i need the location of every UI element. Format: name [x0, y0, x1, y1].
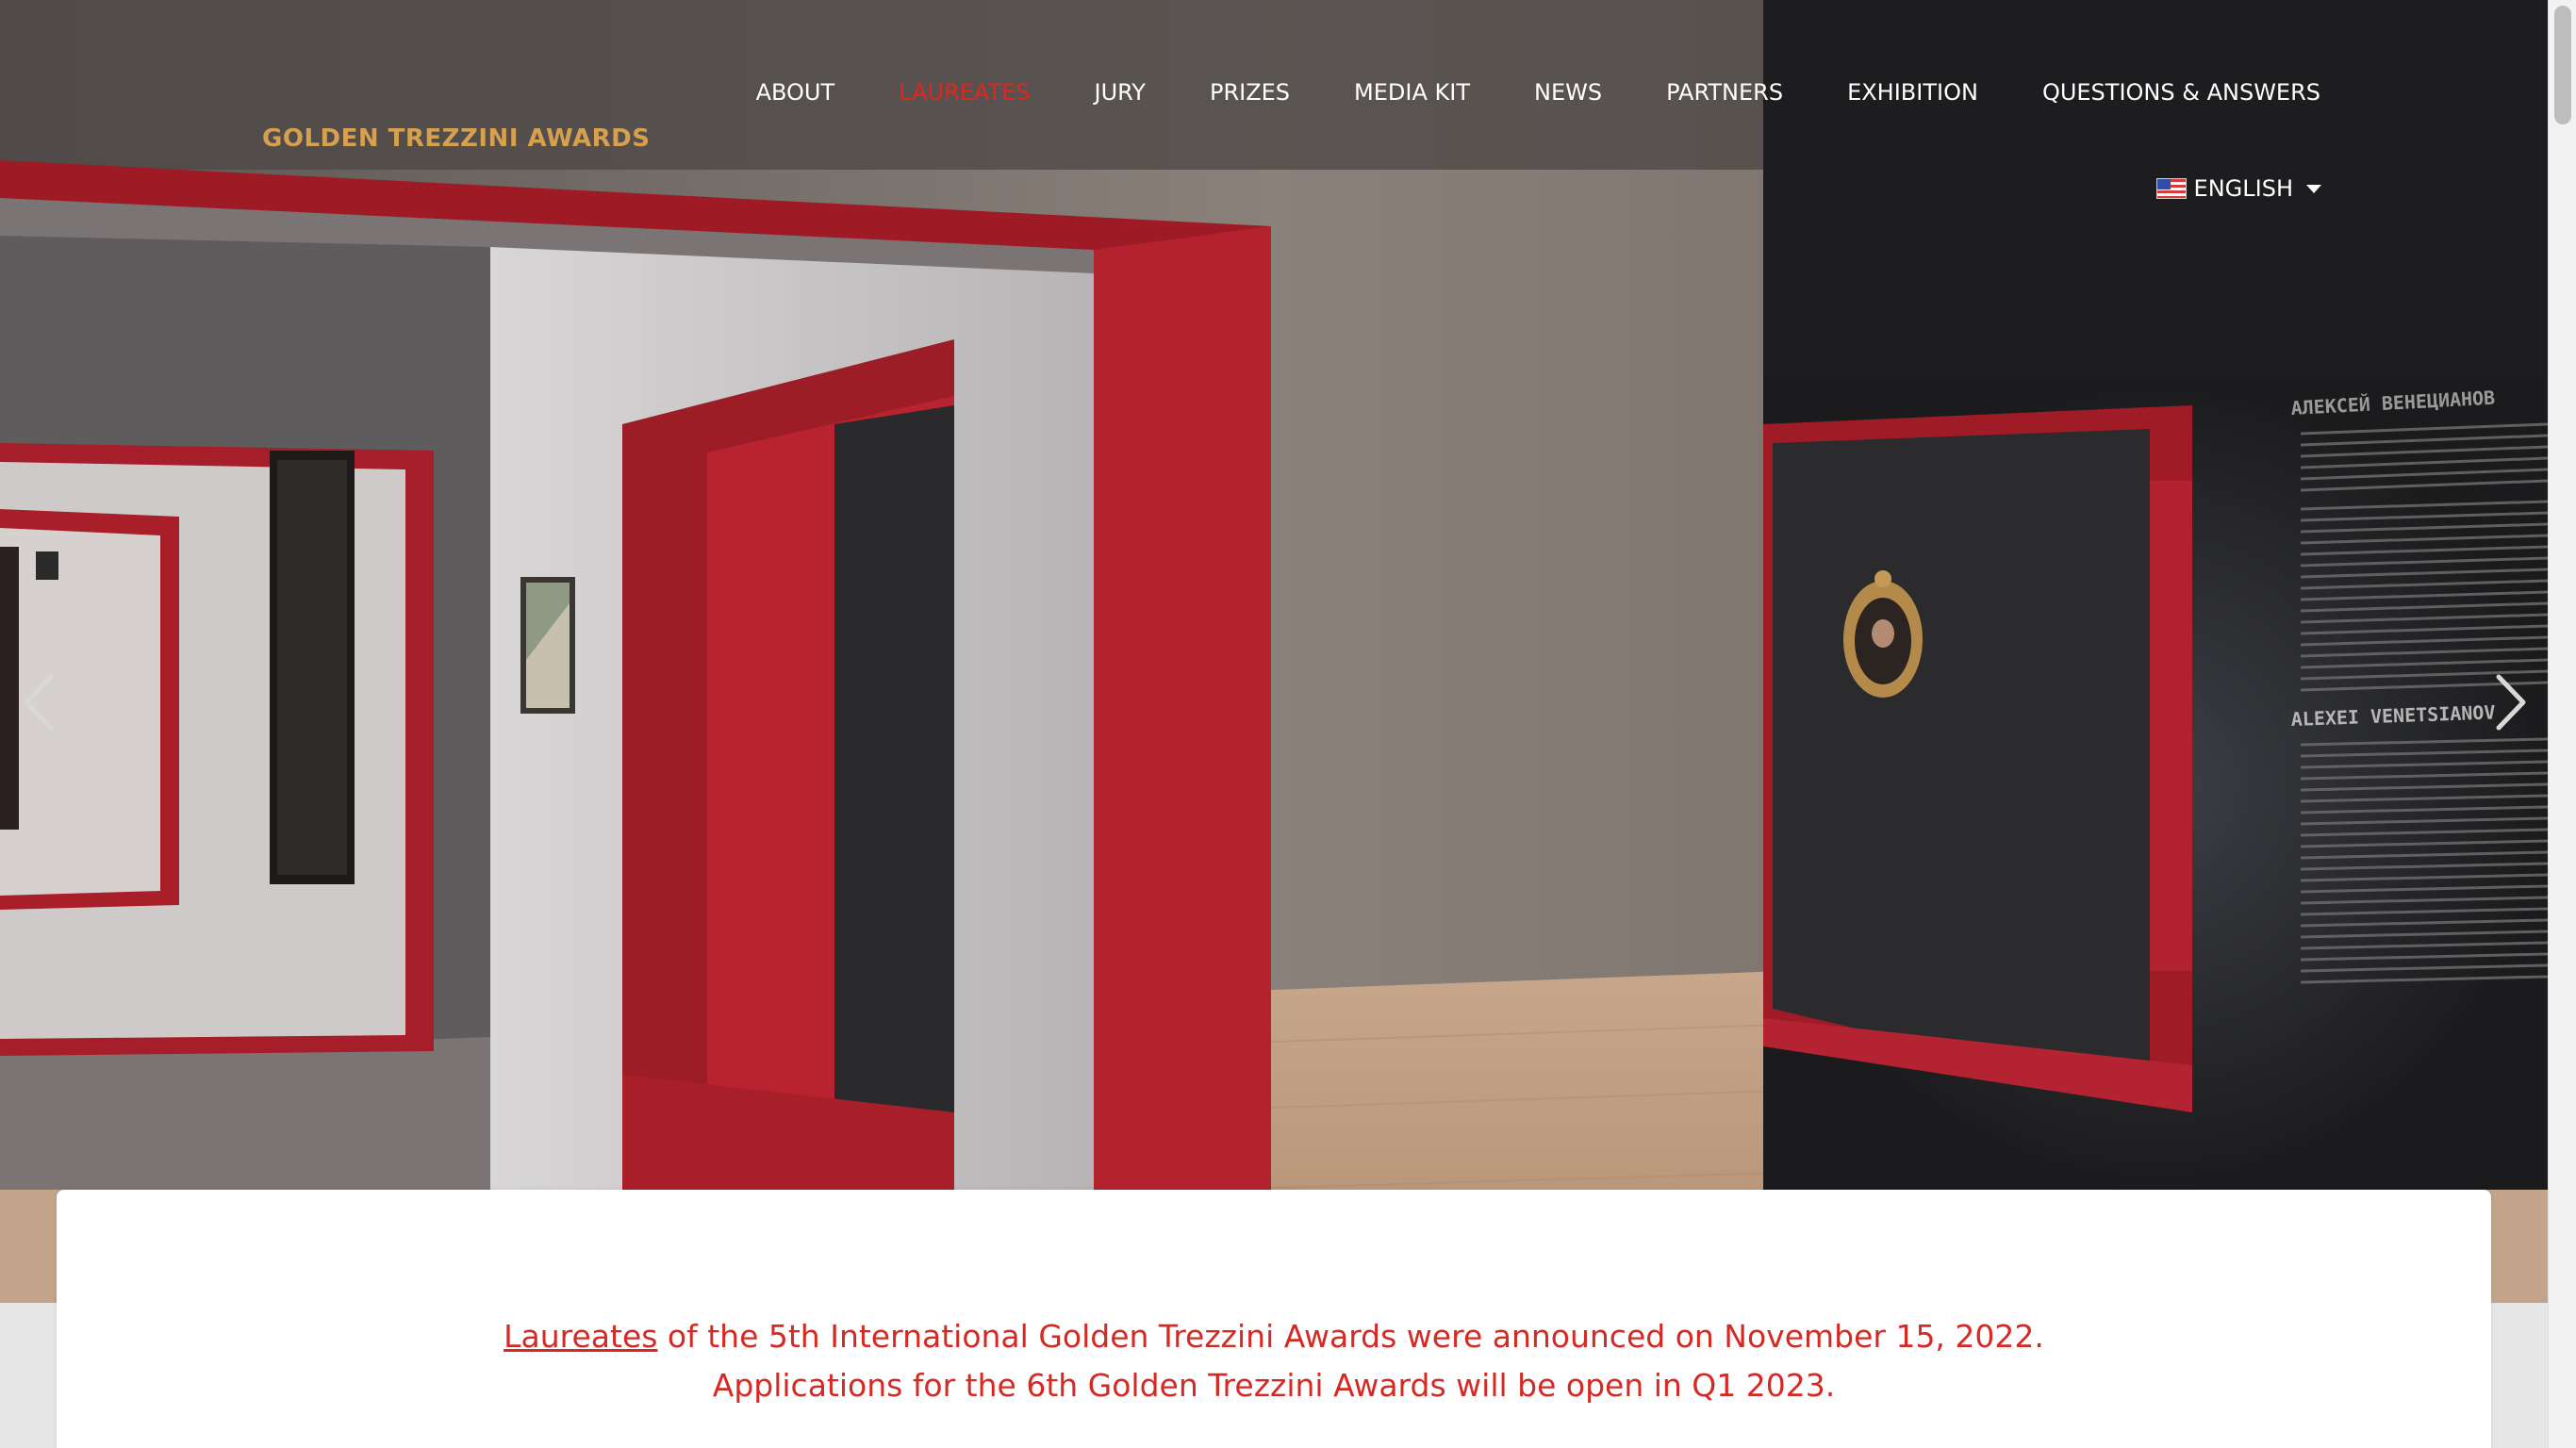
site-logo[interactable]: GOLDEN TREZZINI AWARDS [262, 124, 650, 153]
announcement-line-1: Laureates of the 5th International Golde… [57, 1312, 2491, 1361]
nav-item-partners[interactable]: PARTNERS [1666, 79, 1783, 106]
main-nav: ABOUT LAUREATES JURY PRIZES MEDIA KIT NE… [692, 79, 2320, 106]
nav-item-laureates[interactable]: LAUREATES [899, 79, 1030, 106]
chevron-left-icon [24, 674, 54, 731]
language-switcher[interactable]: ENGLISH [2155, 175, 2321, 202]
page-scrollbar[interactable] [2548, 0, 2576, 1448]
nav-item-news[interactable]: NEWS [1534, 79, 1602, 106]
us-flag-icon [2155, 178, 2187, 199]
announcement-card: Laureates of the 5th International Golde… [57, 1190, 2491, 1448]
language-label: ENGLISH [2193, 175, 2293, 202]
announcement-line-2: Applications for the 6th Golden Trezzini… [712, 1367, 1836, 1404]
slider-prev-button[interactable] [13, 669, 70, 735]
nav-item-about[interactable]: ABOUT [756, 79, 835, 106]
caret-down-icon [2306, 184, 2321, 193]
nav-item-media-kit[interactable]: MEDIA KIT [1354, 79, 1470, 106]
scrollbar-thumb[interactable] [2554, 6, 2571, 124]
chevron-right-icon [2496, 674, 2526, 731]
slider-next-button[interactable] [2480, 669, 2536, 735]
nav-item-exhibition[interactable]: EXHIBITION [1847, 79, 1978, 106]
announcement-line-1-text: of the 5th International Golden Trezzini… [657, 1318, 2044, 1355]
laureates-link[interactable]: Laureates [504, 1318, 657, 1355]
nav-item-jury[interactable]: JURY [1095, 79, 1146, 106]
page: АЛЕКСЕЙ ВЕНЕЦИАНОВ ALEXEI VENETSIANOV GO… [0, 0, 2576, 1448]
nav-item-prizes[interactable]: PRIZES [1210, 79, 1290, 106]
nav-item-questions-answers[interactable]: QUESTIONS & ANSWERS [2042, 79, 2320, 106]
